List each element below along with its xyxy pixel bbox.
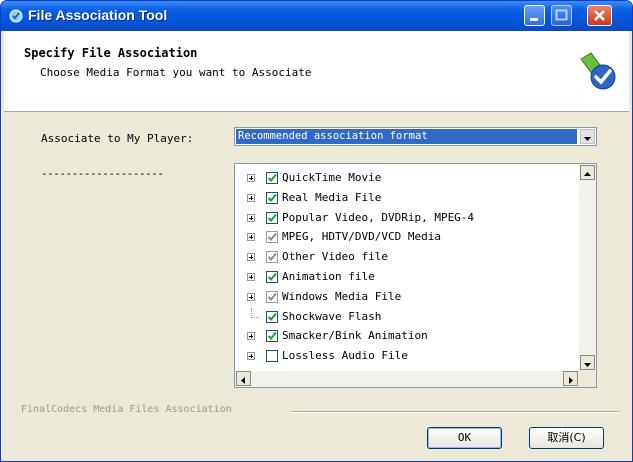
format-checkbox[interactable] (266, 310, 278, 323)
format-checkbox[interactable] (266, 330, 278, 343)
scroll-down-button[interactable] (580, 355, 595, 370)
expand-plus-icon[interactable] (247, 233, 255, 242)
maximize-icon (555, 9, 568, 21)
checkmark-icon (267, 292, 277, 301)
tree-item-label: Shockwave Flash (282, 309, 382, 323)
window-title: File Association Tool (28, 7, 168, 23)
expand-plus-icon[interactable] (247, 332, 255, 341)
checkmark-icon (267, 312, 277, 321)
associate-label: Associate to My Player: (41, 132, 194, 145)
maximize-button[interactable] (551, 5, 572, 26)
tree-item-label: Other Video file (282, 250, 388, 264)
vertical-scrollbar[interactable] (579, 164, 596, 371)
format-checkbox[interactable] (266, 350, 278, 363)
checkmark-icon (267, 233, 277, 242)
checkmark-badge-icon (580, 52, 616, 90)
arrow-left-icon (241, 377, 245, 384)
checkmark-icon (267, 193, 277, 202)
tree-item-label: Animation file (282, 270, 375, 283)
expand-plus-icon[interactable] (247, 273, 255, 281)
checkmark-icon (267, 253, 277, 262)
tree-item-label: Smacker/Bink Animation (282, 329, 428, 343)
tree-item-label: Windows Media File (282, 289, 402, 303)
close-button[interactable] (587, 5, 612, 26)
cancel-button[interactable]: 取消(C) (529, 427, 604, 449)
scroll-left-button[interactable] (236, 371, 251, 386)
tree-item-label: Popular Video, DVDRip, MPEG-4 (282, 210, 475, 224)
expand-plus-icon[interactable] (247, 352, 255, 361)
checkmark-icon (267, 213, 277, 222)
checkmark-icon (267, 272, 277, 281)
format-checkbox[interactable] (266, 251, 278, 264)
format-checkbox[interactable] (266, 191, 278, 204)
app-icon (9, 9, 23, 23)
format-tree[interactable]: QuickTime Movie Real Media File Popular Vi… (234, 163, 597, 388)
title-bar[interactable]: File Association Tool (1, 1, 632, 31)
format-checkbox[interactable] (266, 271, 278, 283)
tree-item-label: Real Media File (282, 190, 382, 204)
format-checkbox[interactable] (266, 172, 278, 184)
page-title: Specify File Association (24, 46, 198, 60)
separator-dashes: -------------------- (41, 167, 164, 180)
expand-plus-icon[interactable] (247, 213, 255, 222)
arrow-up-icon (584, 172, 591, 176)
file-association-window: File Association Tool Specify File Assoc… (0, 0, 633, 462)
scroll-right-button[interactable] (563, 371, 578, 386)
tree-item-label: Lossless Audio File (282, 349, 408, 363)
arrow-right-icon (569, 377, 573, 384)
ok-button[interactable]: OK (427, 427, 502, 449)
minimize-icon (530, 18, 538, 21)
footer-group-label: FinalCodecs Media Files Association (21, 404, 232, 415)
scroll-up-button[interactable] (580, 165, 595, 180)
expand-plus-icon[interactable] (247, 253, 255, 262)
scrollbar-corner (579, 371, 596, 387)
tree-item-label: MPEG, HDTV/DVD/VCD Media (282, 230, 441, 244)
page-subtitle: Choose Media Format you want to Associat… (40, 66, 312, 79)
association-format-select[interactable]: Recommended association format (234, 127, 597, 146)
format-checkbox[interactable] (266, 211, 278, 224)
expand-plus-icon[interactable] (247, 193, 255, 202)
expand-plus-icon[interactable] (247, 292, 255, 301)
horizontal-scrollbar[interactable] (235, 371, 579, 387)
combo-dropdown-button[interactable] (580, 129, 595, 144)
format-checkbox[interactable] (266, 290, 278, 303)
footer-divider (291, 411, 619, 413)
close-icon (594, 10, 605, 21)
arrow-down-icon (584, 363, 591, 367)
checkmark-icon (267, 173, 277, 182)
tree-item-label: QuickTime Movie (282, 171, 382, 184)
checkmark-icon (267, 332, 277, 341)
wizard-header: Specify File Association Choose Media Fo… (4, 31, 629, 112)
combo-selected-value: Recommended association format (236, 129, 577, 144)
tree-connector-line (251, 307, 259, 318)
expand-plus-icon[interactable] (247, 174, 255, 182)
chevron-down-icon (584, 137, 591, 141)
minimize-button[interactable] (524, 5, 545, 26)
format-checkbox[interactable] (266, 231, 278, 244)
